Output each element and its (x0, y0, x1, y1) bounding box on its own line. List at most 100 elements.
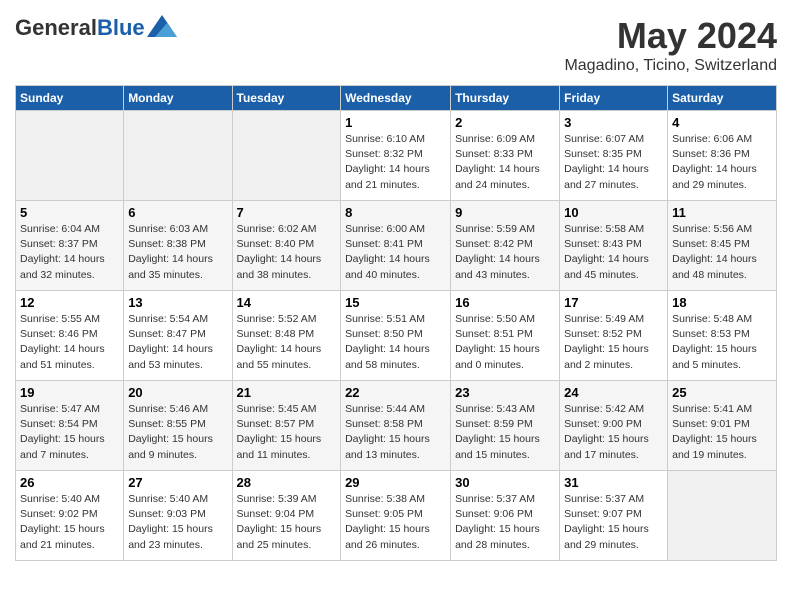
week-row-4: 26 Sunrise: 5:40 AM Sunset: 9:02 PM Dayli… (16, 471, 777, 561)
calendar-cell: 27 Sunrise: 5:40 AM Sunset: 9:03 PM Dayli… (124, 471, 232, 561)
calendar-cell (16, 111, 124, 201)
day-number: 20 (128, 385, 227, 400)
location-title: Magadino, Ticino, Switzerland (564, 57, 777, 75)
calendar-cell: 18 Sunrise: 5:48 AM Sunset: 8:53 PM Dayli… (668, 291, 777, 381)
calendar-cell: 24 Sunrise: 5:42 AM Sunset: 9:00 PM Dayli… (560, 381, 668, 471)
day-number: 13 (128, 295, 227, 310)
day-info: Sunrise: 6:06 AM Sunset: 8:36 PM Dayligh… (672, 132, 772, 193)
day-number: 9 (455, 205, 555, 220)
calendar-cell: 26 Sunrise: 5:40 AM Sunset: 9:02 PM Dayli… (16, 471, 124, 561)
day-info: Sunrise: 5:49 AM Sunset: 8:52 PM Dayligh… (564, 312, 663, 373)
calendar-cell: 19 Sunrise: 5:47 AM Sunset: 8:54 PM Dayli… (16, 381, 124, 471)
calendar-cell: 28 Sunrise: 5:39 AM Sunset: 9:04 PM Dayli… (232, 471, 341, 561)
day-number: 2 (455, 115, 555, 130)
calendar-cell: 31 Sunrise: 5:37 AM Sunset: 9:07 PM Dayli… (560, 471, 668, 561)
day-info: Sunrise: 5:45 AM Sunset: 8:57 PM Dayligh… (237, 402, 337, 463)
header-cell-saturday: Saturday (668, 86, 777, 111)
calendar-cell: 14Sunrise: 5:52 AM Sunset: 8:48 PM Dayli… (232, 291, 341, 381)
week-row-0: 1 Sunrise: 6:10 AM Sunset: 8:32 PM Daylig… (16, 111, 777, 201)
page-header: GeneralBlue May 2024 Magadino, Ticino, S… (15, 15, 777, 75)
day-info: Sunrise: 5:59 AM Sunset: 8:42 PM Dayligh… (455, 222, 555, 283)
day-number: 25 (672, 385, 772, 400)
day-number: 21 (237, 385, 337, 400)
day-info: Sunrise: 5:51 AM Sunset: 8:50 PM Dayligh… (345, 312, 446, 373)
day-info: Sunrise: 6:10 AM Sunset: 8:32 PM Dayligh… (345, 132, 446, 193)
day-number: 12 (20, 295, 119, 310)
header-cell-wednesday: Wednesday (341, 86, 451, 111)
week-row-3: 19 Sunrise: 5:47 AM Sunset: 8:54 PM Dayli… (16, 381, 777, 471)
calendar-body: 1 Sunrise: 6:10 AM Sunset: 8:32 PM Daylig… (16, 111, 777, 561)
calendar-cell: 10Sunrise: 5:58 AM Sunset: 8:43 PM Dayli… (560, 201, 668, 291)
calendar-cell: 6Sunrise: 6:03 AM Sunset: 8:38 PM Daylig… (124, 201, 232, 291)
calendar-cell: 22Sunrise: 5:44 AM Sunset: 8:58 PM Dayli… (341, 381, 451, 471)
day-number: 26 (20, 475, 119, 490)
day-info: Sunrise: 6:00 AM Sunset: 8:41 PM Dayligh… (345, 222, 446, 283)
day-number: 24 (564, 385, 663, 400)
calendar-cell: 8 Sunrise: 6:00 AM Sunset: 8:41 PM Daylig… (341, 201, 451, 291)
calendar-cell: 7 Sunrise: 6:02 AM Sunset: 8:40 PM Daylig… (232, 201, 341, 291)
week-row-2: 12Sunrise: 5:55 AM Sunset: 8:46 PM Dayli… (16, 291, 777, 381)
day-number: 18 (672, 295, 772, 310)
calendar-cell (124, 111, 232, 201)
day-number: 6 (128, 205, 227, 220)
calendar-cell: 16Sunrise: 5:50 AM Sunset: 8:51 PM Dayli… (451, 291, 560, 381)
day-info: Sunrise: 5:43 AM Sunset: 8:59 PM Dayligh… (455, 402, 555, 463)
day-number: 29 (345, 475, 446, 490)
day-number: 8 (345, 205, 446, 220)
day-info: Sunrise: 6:02 AM Sunset: 8:40 PM Dayligh… (237, 222, 337, 283)
day-number: 17 (564, 295, 663, 310)
day-number: 15 (345, 295, 446, 310)
day-number: 7 (237, 205, 337, 220)
calendar-cell: 13 Sunrise: 5:54 AM Sunset: 8:47 PM Dayli… (124, 291, 232, 381)
title-block: May 2024 Magadino, Ticino, Switzerland (564, 15, 777, 75)
day-number: 19 (20, 385, 119, 400)
month-title: May 2024 (564, 15, 777, 57)
day-info: Sunrise: 5:40 AM Sunset: 9:02 PM Dayligh… (20, 492, 119, 553)
calendar-cell: 29 Sunrise: 5:38 AM Sunset: 9:05 PM Dayli… (341, 471, 451, 561)
day-number: 5 (20, 205, 119, 220)
day-info: Sunrise: 5:38 AM Sunset: 9:05 PM Dayligh… (345, 492, 446, 553)
header-cell-sunday: Sunday (16, 86, 124, 111)
day-info: Sunrise: 5:56 AM Sunset: 8:45 PM Dayligh… (672, 222, 772, 283)
day-info: Sunrise: 5:37 AM Sunset: 9:07 PM Dayligh… (564, 492, 663, 553)
calendar-cell: 30 Sunrise: 5:37 AM Sunset: 9:06 PM Dayli… (451, 471, 560, 561)
day-info: Sunrise: 5:50 AM Sunset: 8:51 PM Dayligh… (455, 312, 555, 373)
day-number: 30 (455, 475, 555, 490)
calendar-cell: 17 Sunrise: 5:49 AM Sunset: 8:52 PM Dayli… (560, 291, 668, 381)
day-number: 1 (345, 115, 446, 130)
calendar-cell: 9 Sunrise: 5:59 AM Sunset: 8:42 PM Daylig… (451, 201, 560, 291)
calendar-cell (668, 471, 777, 561)
day-info: Sunrise: 5:37 AM Sunset: 9:06 PM Dayligh… (455, 492, 555, 553)
calendar-table: SundayMondayTuesdayWednesdayThursdayFrid… (15, 85, 777, 561)
day-info: Sunrise: 6:04 AM Sunset: 8:37 PM Dayligh… (20, 222, 119, 283)
day-info: Sunrise: 5:40 AM Sunset: 9:03 PM Dayligh… (128, 492, 227, 553)
calendar-cell: 15 Sunrise: 5:51 AM Sunset: 8:50 PM Dayli… (341, 291, 451, 381)
day-info: Sunrise: 5:46 AM Sunset: 8:55 PM Dayligh… (128, 402, 227, 463)
calendar-cell: 11Sunrise: 5:56 AM Sunset: 8:45 PM Dayli… (668, 201, 777, 291)
day-info: Sunrise: 5:39 AM Sunset: 9:04 PM Dayligh… (237, 492, 337, 553)
day-number: 31 (564, 475, 663, 490)
calendar-cell (232, 111, 341, 201)
day-info: Sunrise: 5:44 AM Sunset: 8:58 PM Dayligh… (345, 402, 446, 463)
day-info: Sunrise: 6:07 AM Sunset: 8:35 PM Dayligh… (564, 132, 663, 193)
header-cell-friday: Friday (560, 86, 668, 111)
day-info: Sunrise: 5:48 AM Sunset: 8:53 PM Dayligh… (672, 312, 772, 373)
day-info: Sunrise: 5:47 AM Sunset: 8:54 PM Dayligh… (20, 402, 119, 463)
day-number: 28 (237, 475, 337, 490)
header-row: SundayMondayTuesdayWednesdayThursdayFrid… (16, 86, 777, 111)
day-number: 14 (237, 295, 337, 310)
day-number: 23 (455, 385, 555, 400)
calendar-cell: 21 Sunrise: 5:45 AM Sunset: 8:57 PM Dayli… (232, 381, 341, 471)
calendar-cell: 12Sunrise: 5:55 AM Sunset: 8:46 PM Dayli… (16, 291, 124, 381)
day-info: Sunrise: 5:41 AM Sunset: 9:01 PM Dayligh… (672, 402, 772, 463)
day-info: Sunrise: 5:42 AM Sunset: 9:00 PM Dayligh… (564, 402, 663, 463)
day-info: Sunrise: 5:54 AM Sunset: 8:47 PM Dayligh… (128, 312, 227, 373)
day-number: 10 (564, 205, 663, 220)
day-number: 4 (672, 115, 772, 130)
logo: GeneralBlue (15, 15, 177, 41)
calendar-cell: 2Sunrise: 6:09 AM Sunset: 8:33 PM Daylig… (451, 111, 560, 201)
calendar-header: SundayMondayTuesdayWednesdayThursdayFrid… (16, 86, 777, 111)
logo-blue-text: Blue (97, 15, 145, 40)
logo-icon (147, 15, 177, 37)
day-number: 27 (128, 475, 227, 490)
